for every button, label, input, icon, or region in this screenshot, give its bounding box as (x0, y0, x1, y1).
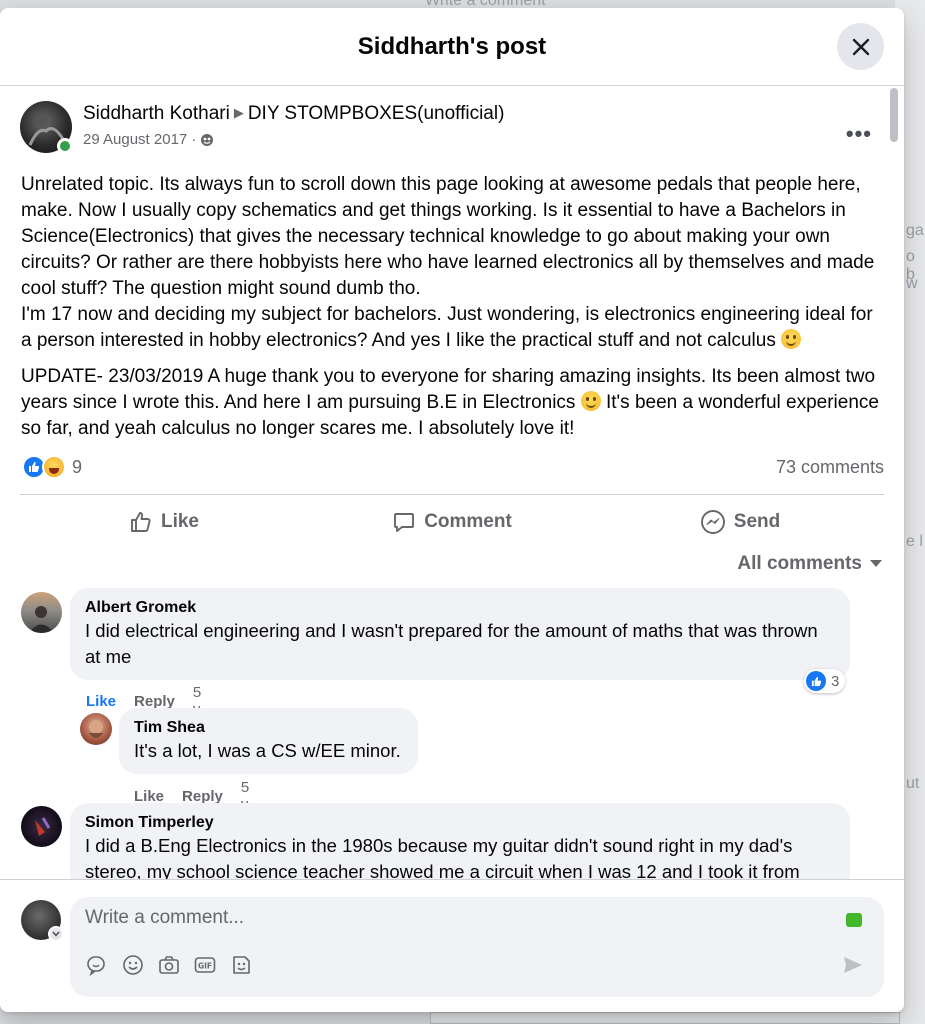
comment-button-label: Comment (424, 510, 512, 532)
commenter-avatar[interactable] (80, 713, 112, 745)
background-fragment: e l (906, 533, 923, 550)
close-button[interactable] (837, 23, 884, 70)
commenter-avatar[interactable] (21, 806, 62, 847)
comment-composer: GIF (0, 879, 904, 1012)
camera-icon[interactable] (158, 954, 180, 976)
background-fragment: ga (906, 222, 924, 239)
comment-text: It's a lot, I was a CS w/EE minor. (134, 740, 401, 761)
dialog-title: Siddharth's post (357, 32, 547, 60)
caret-right-icon: ▶ (233, 105, 244, 120)
post-date[interactable]: 29 August 2017 (83, 131, 187, 148)
comment-like-button[interactable]: Like (134, 788, 164, 805)
comment-filter-dropdown[interactable]: All comments (737, 553, 882, 575)
comment-bubble: Simon Timperley I did a B.Eng Electronic… (70, 803, 850, 879)
smiling-emoji-icon (580, 391, 601, 411)
composer-tools: GIF (86, 954, 252, 976)
like-reaction-icon (806, 671, 826, 691)
send-button[interactable]: Send (596, 499, 884, 545)
send-icon[interactable] (842, 954, 864, 981)
sticker-icon[interactable] (86, 954, 108, 976)
svg-text:GIF: GIF (198, 962, 212, 971)
comment-icon (394, 512, 415, 532)
comment-like-count: 3 (831, 672, 840, 690)
dialog-header: Siddharth's post (0, 8, 904, 86)
comments-count-link[interactable]: 73 comments (776, 457, 884, 478)
dialog-scroll-area[interactable]: Siddharth Kothari ▶ DIY STOMPBOXES(unoffic… (0, 87, 904, 879)
comment-text: I did a B.Eng Electronics in the 1980s b… (85, 835, 800, 879)
comment-filter-label: All comments (737, 553, 862, 574)
background-diagram (430, 1012, 900, 1024)
meta-separator: · (191, 131, 197, 148)
post-dialog: Siddharth's post Siddharth Kothari ▶ DIY S… (0, 8, 904, 1012)
avatar-sticker-icon[interactable] (230, 954, 252, 976)
like-button[interactable]: Like (20, 499, 308, 545)
smiling-emoji-icon (781, 329, 802, 349)
like-button-label: Like (160, 510, 200, 532)
online-status-dot (57, 138, 73, 154)
globe-icon[interactable] (200, 133, 214, 147)
reaction-count: 9 (72, 456, 83, 477)
comment-like-button[interactable]: Like (86, 693, 116, 710)
author-line: Siddharth Kothari ▶ DIY STOMPBOXES(unoffic… (83, 103, 504, 125)
comment-reaction-count[interactable]: 3 (804, 669, 846, 693)
commenter-name[interactable]: Tim Shea (134, 719, 205, 737)
close-icon (852, 38, 869, 55)
post-action-bar: Like Comment Send (20, 494, 884, 548)
scrollbar-thumb[interactable] (890, 88, 898, 142)
post-meta: 29 August 2017 · (83, 131, 214, 148)
commenter-avatar[interactable] (21, 592, 62, 633)
send-button-label: Send (733, 510, 781, 532)
messenger-icon (700, 509, 725, 534)
author-name[interactable]: Siddharth Kothari (83, 103, 230, 124)
post-body: Unrelated topic. Its always fun to scrol… (21, 172, 887, 442)
composer-status-icon[interactable] (846, 913, 862, 927)
comment-button[interactable]: Comment (308, 499, 596, 545)
reactions-summary[interactable]: 9 (22, 455, 82, 479)
post-update-paragraph: UPDATE- 23/03/2019 A huge thank you to e… (21, 366, 879, 439)
group-name[interactable]: DIY STOMPBOXES(unofficial) (248, 103, 505, 124)
comment-reply-button[interactable]: Reply (182, 788, 223, 805)
background-fragment: w (906, 275, 918, 292)
commenter-name[interactable]: Simon Timperley (85, 814, 214, 832)
dropdown-caret-icon (870, 560, 882, 567)
more-options-button[interactable]: ••• (846, 121, 872, 147)
reply-bubble: Tim Shea It's a lot, I was a CS w/EE min… (119, 708, 418, 774)
gif-icon[interactable]: GIF (194, 954, 216, 976)
reaction-icons (22, 455, 66, 479)
commenter-name[interactable]: Albert Gromek (85, 599, 196, 617)
post-paragraph: Unrelated topic. Its always fun to scrol… (21, 174, 875, 351)
comment-input-box: GIF (70, 897, 884, 997)
emoji-icon[interactable] (122, 954, 144, 976)
comment-reply-button[interactable]: Reply (134, 693, 175, 710)
background-fragment: ut (906, 775, 920, 792)
thumbs-up-icon (131, 511, 151, 532)
comment-text: I did electrical engineering and I wasn'… (85, 620, 818, 667)
chevron-down-icon[interactable] (48, 926, 64, 942)
post-header: Siddharth Kothari ▶ DIY STOMPBOXES(unoffic… (20, 101, 884, 157)
comment-input[interactable] (85, 907, 785, 929)
haha-reaction-icon (42, 455, 66, 479)
comment-bubble: Albert Gromek I did electrical engineeri… (70, 588, 850, 680)
